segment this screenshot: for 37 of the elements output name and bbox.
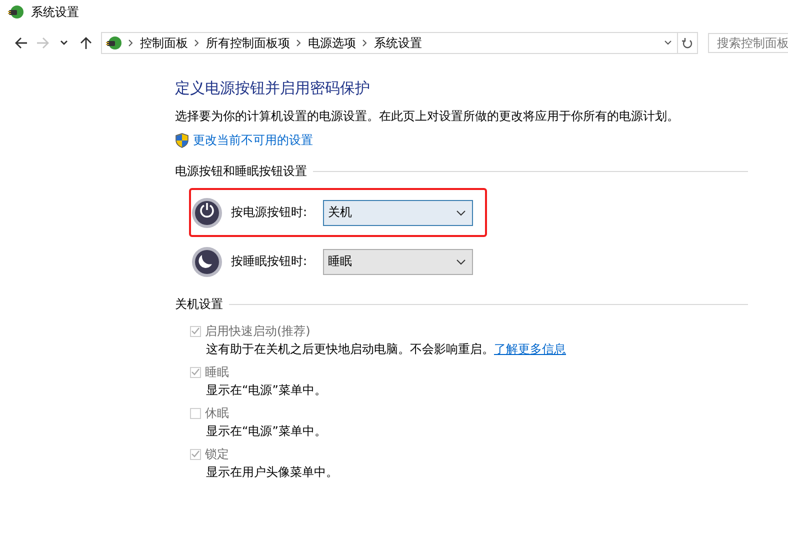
refresh-icon[interactable] [682,37,694,49]
power-plug-icon [8,4,24,20]
description-text: 选择要为你的计算机设置的电源设置。在此页上对设置所做的更改将应用于你所有的电源计划。 [175,108,680,125]
back-arrow-icon[interactable] [14,36,28,50]
page-heading: 定义电源按钮并启用密码保护 [175,79,371,98]
checkbox-label: 睡眠 [205,364,229,380]
section-title: 电源按钮和睡眠按钮设置 [175,163,307,180]
option-description: 显示在“电源”菜单中。 [206,423,328,440]
chevron-right-icon [194,39,200,47]
breadcrumb-item[interactable]: 控制面板 [140,34,188,52]
window-title: 系统设置 [31,4,79,20]
moon-icon [191,246,223,278]
up-arrow-icon[interactable] [79,36,94,50]
chevron-right-icon [362,39,368,47]
checkbox-label: 启用快速启动(推荐) [205,322,310,340]
option-description: 显示在用户头像菜单中。 [206,464,339,481]
field-label: 按电源按钮时: [231,204,308,221]
field-label: 按睡眠按钮时: [231,253,308,270]
chevron-right-icon [296,39,302,47]
checkbox-label: 锁定 [205,446,229,462]
power-plug-icon [106,35,122,51]
chevron-down-icon [456,210,466,216]
breadcrumb-item[interactable]: 所有控制面板项 [206,34,290,52]
chevron-right-icon [128,39,134,47]
breadcrumb-item[interactable]: 系统设置 [374,34,422,52]
option-description: 显示在“电源”菜单中。 [206,382,328,399]
breadcrumb-item[interactable]: 电源选项 [308,34,356,52]
settings-link[interactable]: 更改当前不可用的设置 [193,132,313,149]
chevron-down-icon [456,258,466,264]
dropdown[interactable]: 睡眠 [323,248,473,274]
option-description: 这有助于在关机之后更快地启动电脑。不会影响重启。 [206,342,494,356]
checkbox-label: 休眠 [205,404,229,422]
power-icon [191,196,223,228]
address-bar[interactable]: 控制面板 所有控制面板项 电源选项 系统设置 [101,32,678,54]
dropdown[interactable]: 关机 [323,200,473,226]
section-title: 关机设置 [175,296,223,313]
shield-icon [175,133,189,148]
